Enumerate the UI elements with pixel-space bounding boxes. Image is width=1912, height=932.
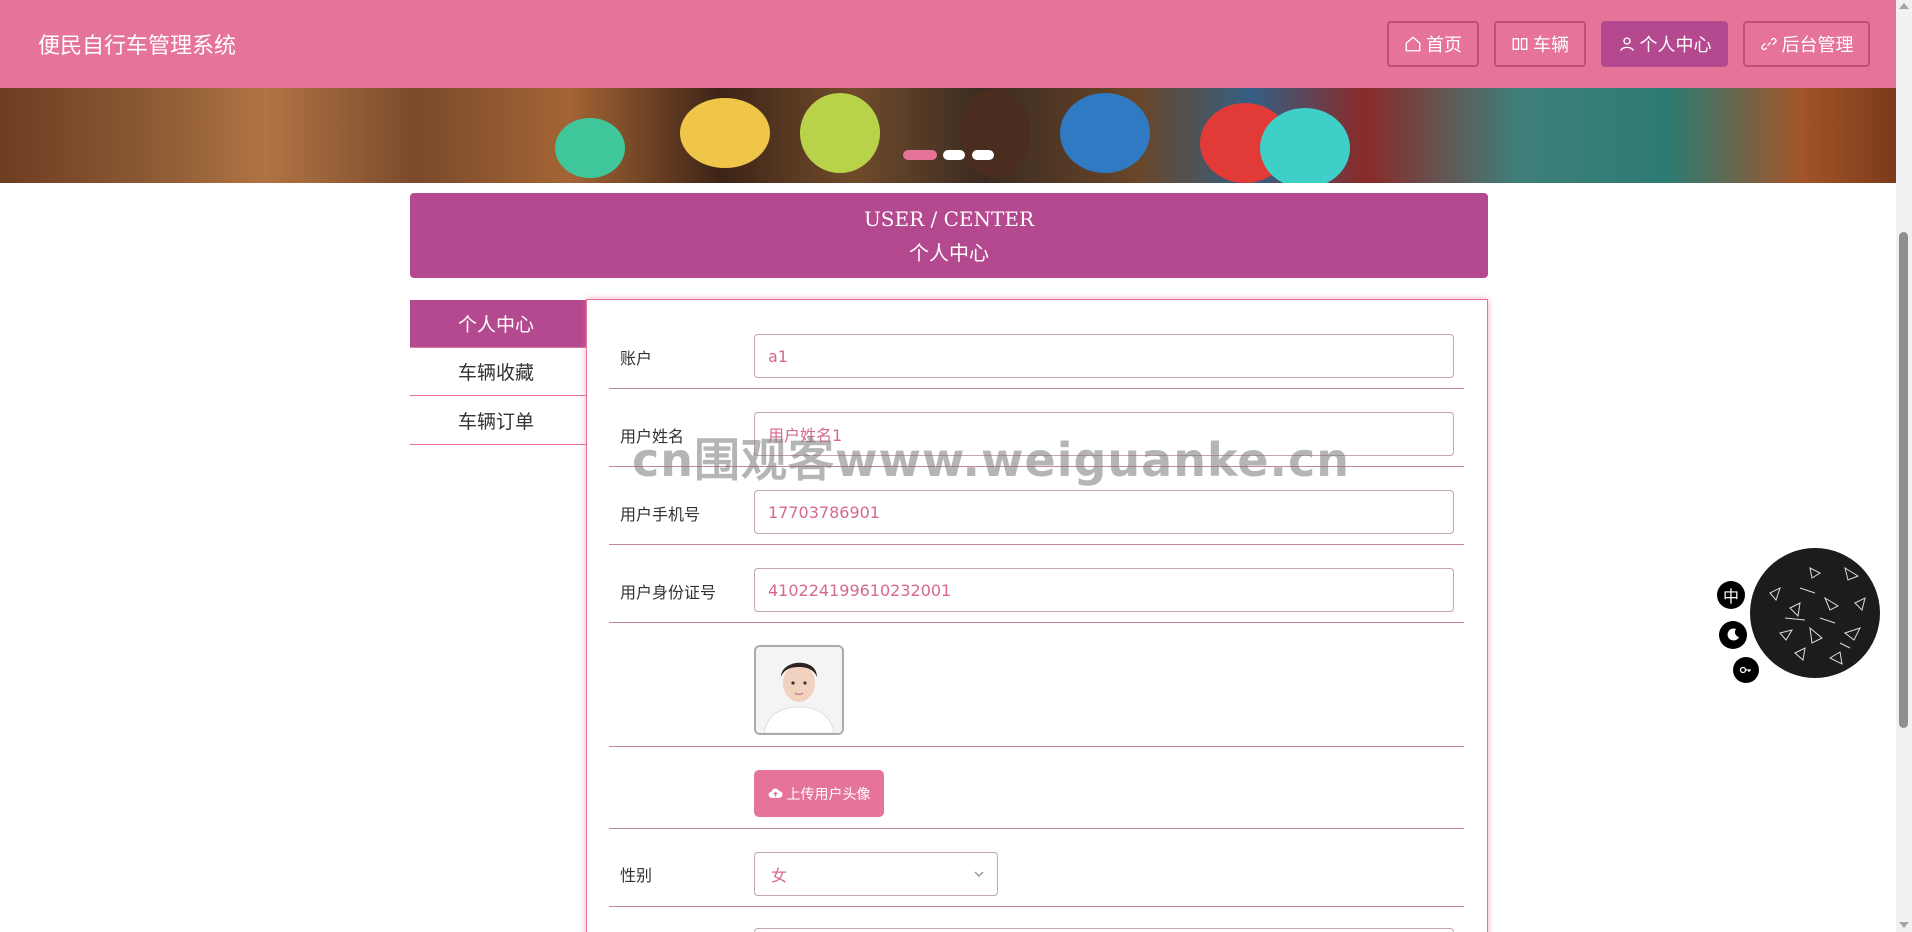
row-divider bbox=[609, 906, 1464, 907]
carousel-dot-3[interactable] bbox=[972, 150, 994, 160]
nav-admin-label: 后台管理 bbox=[1781, 35, 1854, 56]
id-card-label: 用户身份证号 bbox=[620, 583, 717, 602]
sidebar-item-orders[interactable]: 车辆订单 bbox=[410, 397, 586, 445]
nav-user-center-label: 个人中心 bbox=[1639, 35, 1712, 56]
avatar-image bbox=[756, 647, 842, 733]
top-navbar: 便民自行车管理系统 首页 车辆 个人中心 后台管理 bbox=[0, 0, 1896, 88]
upload-avatar-label: 上传用户头像 bbox=[786, 786, 871, 803]
account-label: 账户 bbox=[620, 349, 653, 368]
page-title-zh: 个人中心 bbox=[909, 241, 989, 265]
sidebar-item-label: 个人中心 bbox=[458, 314, 535, 336]
banner-image-detail bbox=[1060, 93, 1150, 173]
page-title-en: USER / CENTER bbox=[863, 207, 1035, 231]
home-icon bbox=[1405, 36, 1421, 52]
scroll-down-icon[interactable] bbox=[1899, 922, 1909, 928]
nav-user-center-button[interactable]: 个人中心 bbox=[1601, 21, 1728, 67]
phone-value: 17703786901 bbox=[768, 502, 880, 522]
nav-vehicles-button[interactable]: 车辆 bbox=[1494, 21, 1586, 67]
sidebar-item-label: 车辆收藏 bbox=[458, 362, 535, 384]
sidebar-item-label: 车辆订单 bbox=[458, 411, 535, 433]
gender-value: 女 bbox=[771, 866, 788, 885]
avatar[interactable] bbox=[754, 645, 844, 735]
key-button[interactable] bbox=[1733, 657, 1759, 683]
profile-form-panel bbox=[586, 299, 1488, 932]
key-icon bbox=[1739, 666, 1751, 674]
triangle-pattern-icon bbox=[1769, 566, 1866, 665]
banner-image-detail bbox=[1260, 108, 1350, 183]
nav-vehicles-label: 车辆 bbox=[1533, 35, 1569, 56]
gender-select[interactable]: 女 bbox=[754, 852, 998, 896]
gender-label: 性别 bbox=[620, 866, 653, 885]
phone-field[interactable]: 17703786901 bbox=[754, 490, 1454, 534]
sidebar-item-favorites[interactable]: 车辆收藏 bbox=[410, 348, 586, 396]
page-title-card: USER / CENTER 个人中心 bbox=[410, 193, 1488, 278]
account-field[interactable]: a1 bbox=[754, 334, 1454, 378]
carousel-dot-1[interactable] bbox=[903, 150, 937, 160]
language-toggle-button[interactable]: 中 bbox=[1717, 581, 1745, 609]
row-divider bbox=[609, 622, 1464, 623]
phone-label: 用户手机号 bbox=[620, 505, 701, 524]
account-value: a1 bbox=[768, 346, 788, 366]
banner-image-detail bbox=[960, 88, 1030, 178]
banner-image bbox=[555, 118, 625, 178]
carousel-dot-2[interactable] bbox=[943, 150, 965, 160]
grid-icon bbox=[1512, 38, 1528, 50]
row-divider bbox=[609, 828, 1464, 829]
banner-image-detail bbox=[680, 98, 770, 168]
decorative-globe-widget[interactable] bbox=[1750, 548, 1880, 678]
row-divider bbox=[609, 746, 1464, 747]
banner-carousel[interactable] bbox=[0, 88, 1896, 183]
sidebar-item-user-center[interactable]: 个人中心 bbox=[410, 300, 586, 348]
banner-image-detail bbox=[800, 93, 880, 173]
theme-toggle-button[interactable] bbox=[1719, 621, 1747, 649]
user-icon bbox=[1619, 37, 1634, 51]
nav-home-button[interactable]: 首页 bbox=[1387, 21, 1479, 67]
scrollbar-thumb[interactable] bbox=[1899, 232, 1908, 728]
next-field[interactable] bbox=[754, 928, 1454, 932]
moon-icon bbox=[1727, 628, 1739, 641]
row-divider bbox=[609, 544, 1464, 545]
id-card-value: 410224199610232001 bbox=[768, 580, 952, 600]
link-icon bbox=[1760, 37, 1777, 51]
id-card-field[interactable]: 410224199610232001 bbox=[754, 568, 1454, 612]
watermark-text: cn围观客www.weiguanke.cn bbox=[632, 433, 1351, 487]
nav-home-label: 首页 bbox=[1426, 35, 1462, 56]
row-divider bbox=[609, 388, 1464, 389]
language-label: 中 bbox=[1722, 587, 1739, 606]
upload-avatar-button[interactable]: 上传用户头像 bbox=[754, 770, 884, 817]
scroll-up-icon[interactable] bbox=[1899, 3, 1909, 9]
nav-admin-button[interactable]: 后台管理 bbox=[1743, 21, 1870, 67]
cloud-upload-icon bbox=[768, 788, 783, 798]
chevron-down-icon bbox=[974, 871, 984, 878]
site-brand[interactable]: 便民自行车管理系统 bbox=[38, 28, 236, 60]
